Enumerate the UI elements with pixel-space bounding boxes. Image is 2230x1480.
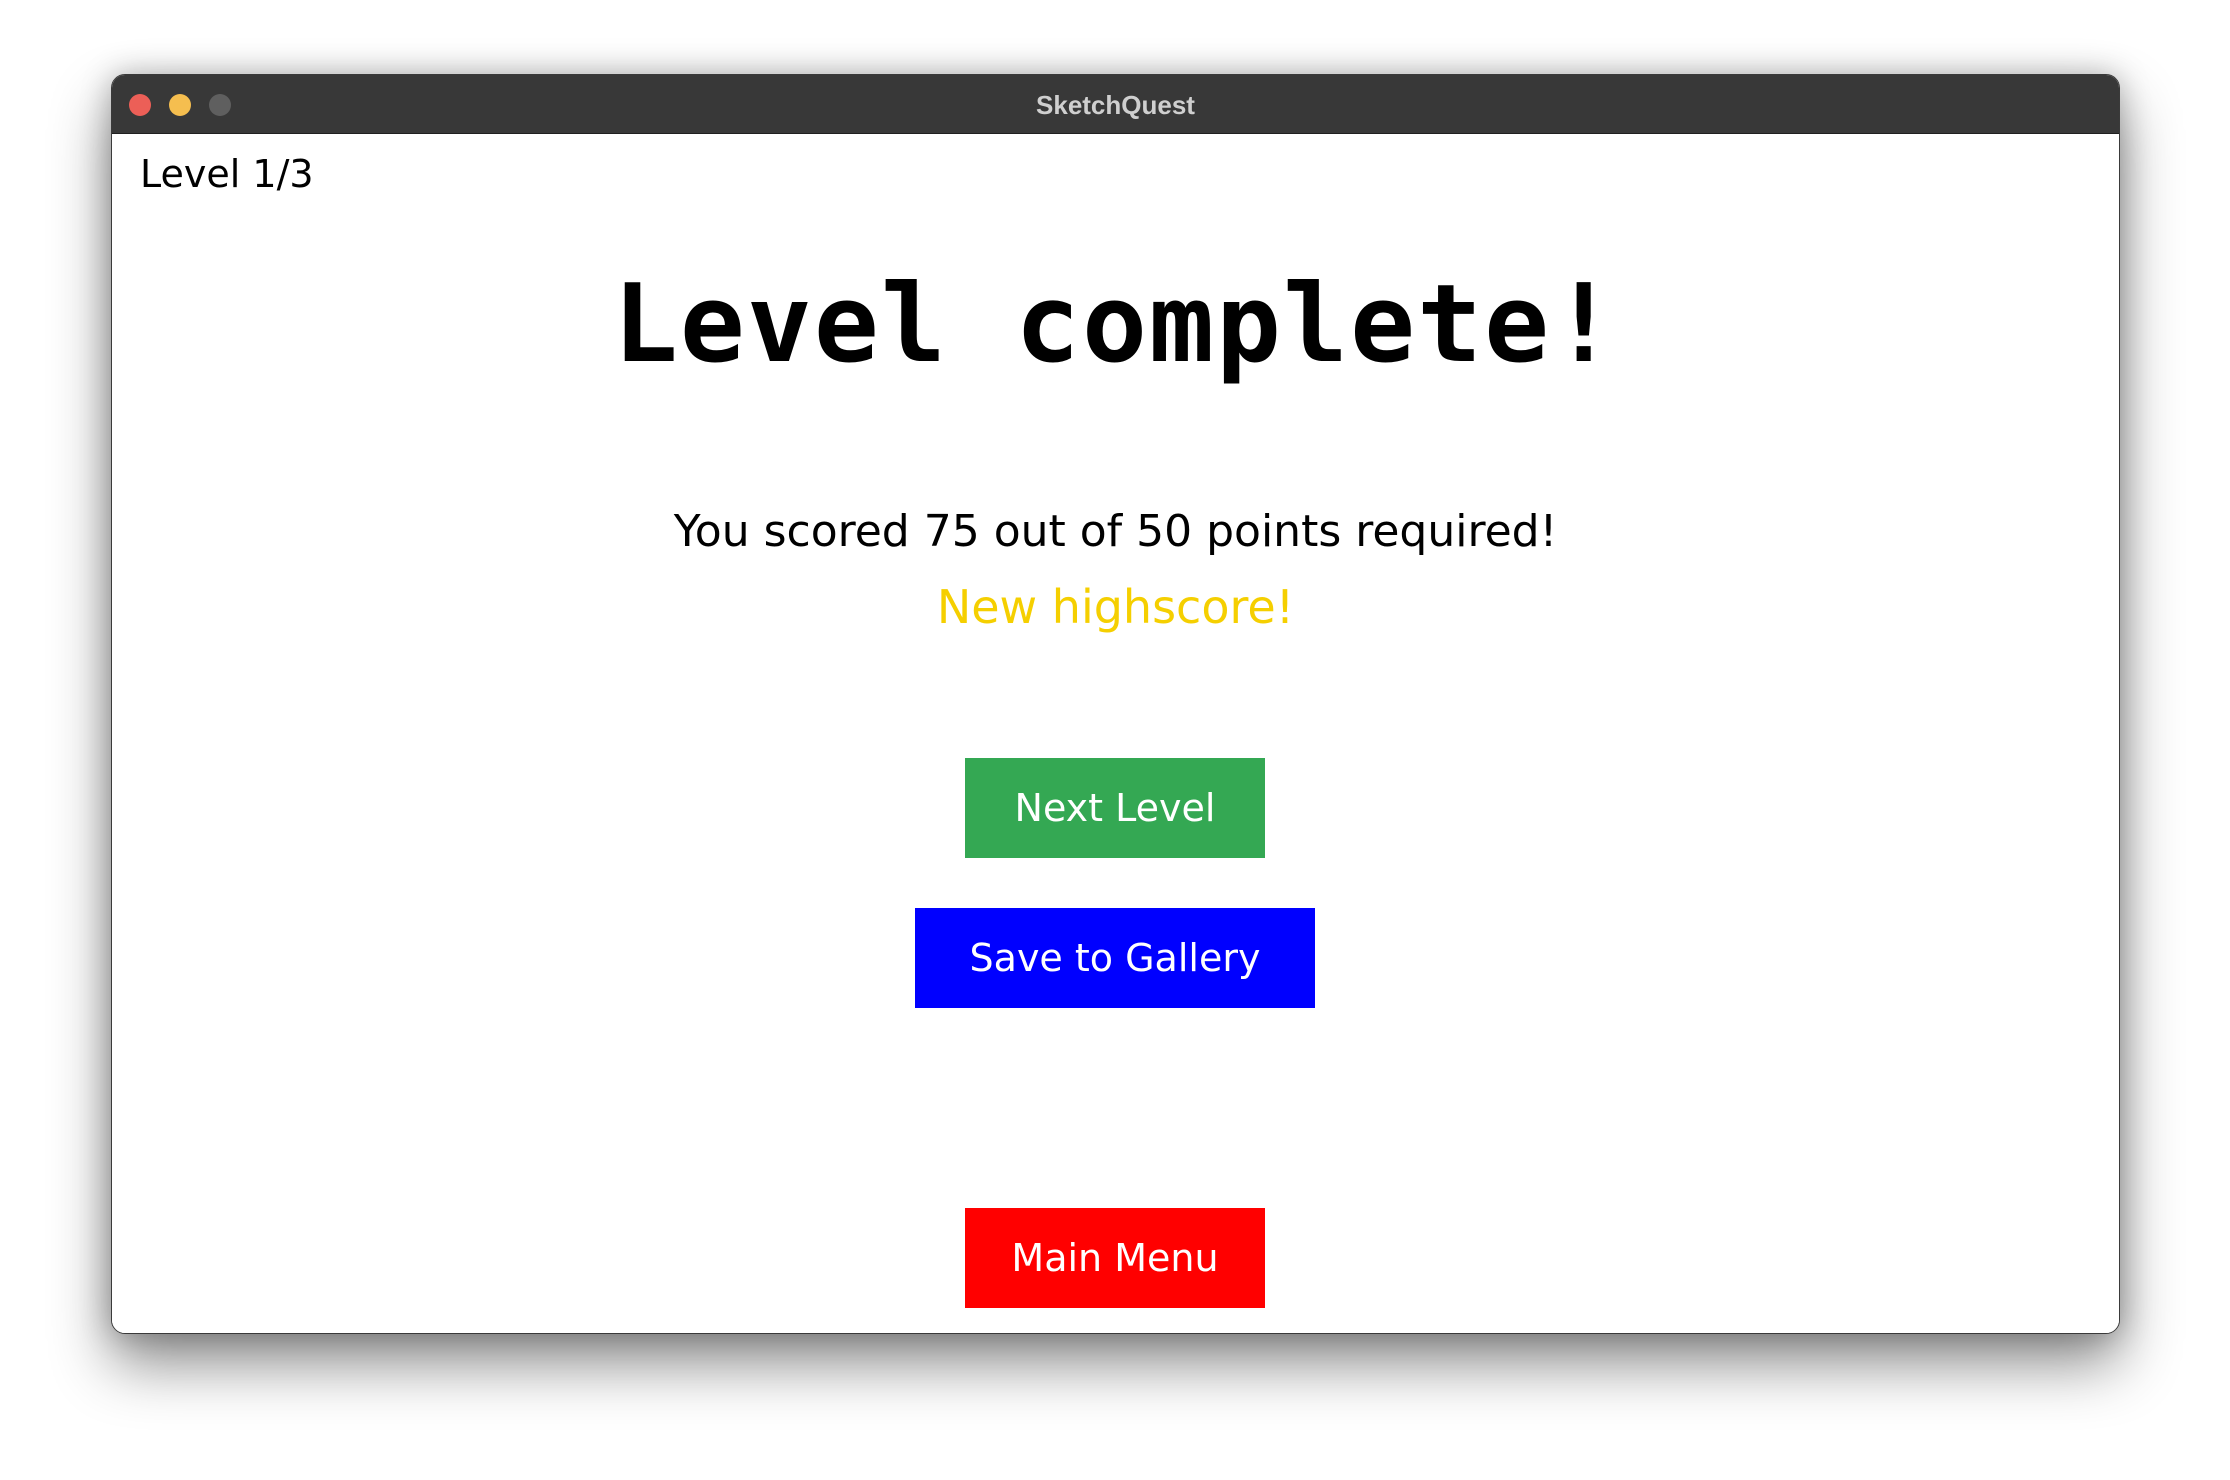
- save-to-gallery-button[interactable]: Save to Gallery: [915, 908, 1315, 1008]
- next-level-button[interactable]: Next Level: [965, 758, 1265, 858]
- title-bar[interactable]: SketchQuest: [112, 75, 2119, 134]
- window-title: SketchQuest: [1036, 90, 1195, 120]
- game-content: Level 1/3 Level complete! You scored 75 …: [112, 134, 2119, 1333]
- level-complete-heading: Level complete!: [612, 262, 1619, 387]
- app-window: SketchQuest Level 1/3 Level complete! Yo…: [111, 74, 2120, 1334]
- highscore-message: New highscore!: [936, 580, 1295, 634]
- score-message: You scored 75 out of 50 points required!: [673, 506, 1558, 557]
- desktop-background: SketchQuest Level 1/3 Level complete! Yo…: [0, 0, 2230, 1480]
- main-menu-button[interactable]: Main Menu: [965, 1208, 1265, 1308]
- level-indicator: Level 1/3: [140, 152, 314, 196]
